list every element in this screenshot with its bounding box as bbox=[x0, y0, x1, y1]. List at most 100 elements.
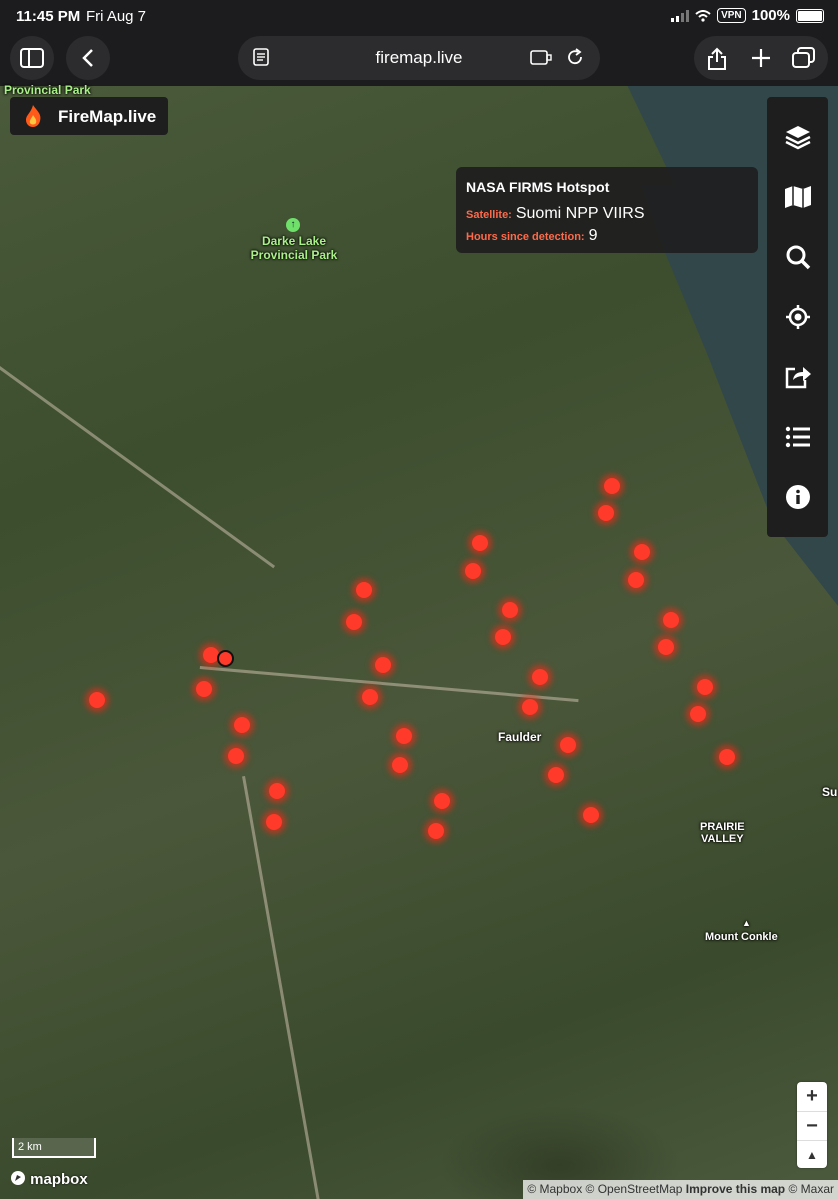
layers-button[interactable] bbox=[767, 107, 828, 167]
compass-button[interactable]: ▲ bbox=[797, 1140, 827, 1169]
info-button[interactable] bbox=[767, 467, 828, 527]
signal-icon bbox=[671, 9, 690, 22]
tabs-icon bbox=[792, 47, 815, 68]
browser-toolbar: firemap.live bbox=[0, 32, 838, 86]
hotspot-marker[interactable] bbox=[522, 699, 538, 715]
share-arrow-icon bbox=[785, 367, 811, 389]
popup-hours-row: Hours since detection: 9 bbox=[466, 227, 597, 245]
hotspot-popup: NASA FIRMS Hotspot Satellite: Suomi NPP V… bbox=[456, 167, 758, 253]
scale-bar: 2 km bbox=[12, 1138, 96, 1158]
zoom-in-button[interactable]: + bbox=[797, 1082, 827, 1110]
hotspot-marker[interactable] bbox=[548, 767, 564, 783]
share-map-button[interactable] bbox=[767, 347, 828, 407]
place-label-mount-conkle: Mount Conkle bbox=[705, 931, 778, 943]
hotspot-marker[interactable] bbox=[269, 783, 285, 799]
status-bar: 11:45 PM Fri Aug 7 VPN 100% bbox=[0, 0, 838, 32]
improve-map-link[interactable]: Improve this map bbox=[686, 1182, 785, 1196]
search-icon bbox=[786, 245, 810, 270]
hotspot-marker[interactable] bbox=[697, 679, 713, 695]
app-name: FireMap.live bbox=[58, 107, 157, 126]
back-button[interactable] bbox=[66, 36, 110, 80]
hotspot-marker[interactable] bbox=[560, 737, 576, 753]
place-label-provincial-park: Provincial Park bbox=[4, 83, 91, 97]
mountain-peak-icon: ▲ bbox=[742, 918, 751, 928]
hotspot-marker[interactable] bbox=[502, 602, 518, 618]
vpn-badge: VPN bbox=[717, 8, 746, 23]
map-tools-sidebar bbox=[767, 97, 828, 537]
hotspot-marker[interactable] bbox=[658, 639, 674, 655]
hotspot-marker[interactable] bbox=[583, 807, 599, 823]
popup-satellite-row: Satellite: Suomi NPP VIIRS bbox=[466, 205, 645, 223]
status-date: Fri Aug 7 bbox=[86, 8, 147, 25]
basemap-button[interactable] bbox=[767, 167, 828, 227]
hotspot-marker[interactable] bbox=[663, 612, 679, 628]
zoom-controls: + − ▲ bbox=[797, 1082, 827, 1168]
hotspot-marker[interactable] bbox=[396, 728, 412, 744]
firemap-logo[interactable]: FireMap.live bbox=[10, 97, 168, 135]
attrib-maxar-link[interactable]: © Maxar bbox=[788, 1182, 834, 1196]
hotspot-marker[interactable] bbox=[228, 748, 244, 764]
place-label-faulder: Faulder bbox=[498, 730, 542, 744]
list-button[interactable] bbox=[767, 407, 828, 467]
sidebar-toggle-button[interactable] bbox=[10, 36, 54, 80]
hotspot-marker[interactable] bbox=[472, 535, 488, 551]
satellite-value: Suomi NPP VIIRS bbox=[515, 205, 645, 222]
hours-value: 9 bbox=[588, 227, 598, 244]
hotspot-marker[interactable] bbox=[604, 478, 620, 494]
prairie-line1: PRAIRIE bbox=[700, 821, 745, 833]
hotspot-marker[interactable] bbox=[719, 749, 735, 765]
hotspot-marker[interactable] bbox=[634, 544, 650, 560]
place-label-edge: Su bbox=[822, 785, 838, 799]
hotspot-marker[interactable] bbox=[375, 657, 391, 673]
hotspot-marker[interactable] bbox=[266, 814, 282, 830]
hotspot-marker[interactable] bbox=[532, 669, 548, 685]
tabs-button[interactable] bbox=[792, 47, 816, 74]
hotspot-marker[interactable] bbox=[690, 706, 706, 722]
reload-icon[interactable] bbox=[566, 48, 584, 66]
hotspot-marker[interactable] bbox=[628, 572, 644, 588]
hotspot-marker[interactable] bbox=[495, 629, 511, 645]
locate-button[interactable] bbox=[767, 287, 828, 347]
flame-icon bbox=[22, 104, 44, 133]
hotspot-marker[interactable] bbox=[356, 582, 372, 598]
status-time: 11:45 PM bbox=[16, 8, 81, 25]
park-icon: ↑ bbox=[286, 218, 300, 232]
satellite-label: Satellite: bbox=[466, 209, 512, 221]
place-label-prairie-valley: PRAIRIE VALLEY bbox=[700, 821, 745, 845]
map-icon bbox=[784, 186, 811, 208]
hours-label: Hours since detection: bbox=[466, 231, 585, 243]
darke-lake-line2: Provincial Park bbox=[250, 248, 338, 262]
share-button[interactable] bbox=[706, 47, 728, 76]
hotspot-marker[interactable] bbox=[346, 614, 362, 630]
attrib-mapbox-link[interactable]: © Mapbox bbox=[527, 1182, 582, 1196]
hotspot-marker[interactable] bbox=[465, 563, 481, 579]
address-bar[interactable]: firemap.live bbox=[238, 36, 600, 80]
hotspot-marker[interactable] bbox=[196, 681, 212, 697]
plus-icon bbox=[752, 49, 770, 67]
hotspot-marker[interactable] bbox=[234, 717, 250, 733]
mapbox-logo[interactable]: mapbox bbox=[10, 1170, 88, 1188]
zoom-out-button[interactable]: − bbox=[797, 1111, 827, 1140]
mapbox-text: mapbox bbox=[30, 1171, 88, 1188]
hotspot-marker[interactable] bbox=[89, 692, 105, 708]
attrib-osm-link[interactable]: © OpenStreetMap bbox=[586, 1182, 683, 1196]
road bbox=[0, 366, 276, 569]
battery-icon bbox=[796, 8, 824, 23]
share-icon bbox=[708, 47, 726, 70]
selected-hotspot[interactable] bbox=[217, 650, 234, 667]
scale-label: 2 km bbox=[18, 1141, 42, 1153]
extension-icon[interactable] bbox=[530, 48, 552, 66]
search-button[interactable] bbox=[767, 227, 828, 287]
hotspot-marker[interactable] bbox=[362, 689, 378, 705]
mapbox-icon bbox=[11, 1171, 25, 1185]
road bbox=[242, 776, 320, 1199]
sidebar-icon bbox=[20, 48, 44, 68]
hotspot-marker[interactable] bbox=[392, 757, 408, 773]
hotspot-marker[interactable] bbox=[434, 793, 450, 809]
toolbar-actions bbox=[694, 36, 828, 80]
prairie-line2: VALLEY bbox=[701, 833, 744, 845]
new-tab-button[interactable] bbox=[750, 47, 772, 74]
chevron-left-icon bbox=[82, 49, 93, 67]
hotspot-marker[interactable] bbox=[428, 823, 444, 839]
hotspot-marker[interactable] bbox=[598, 505, 614, 521]
